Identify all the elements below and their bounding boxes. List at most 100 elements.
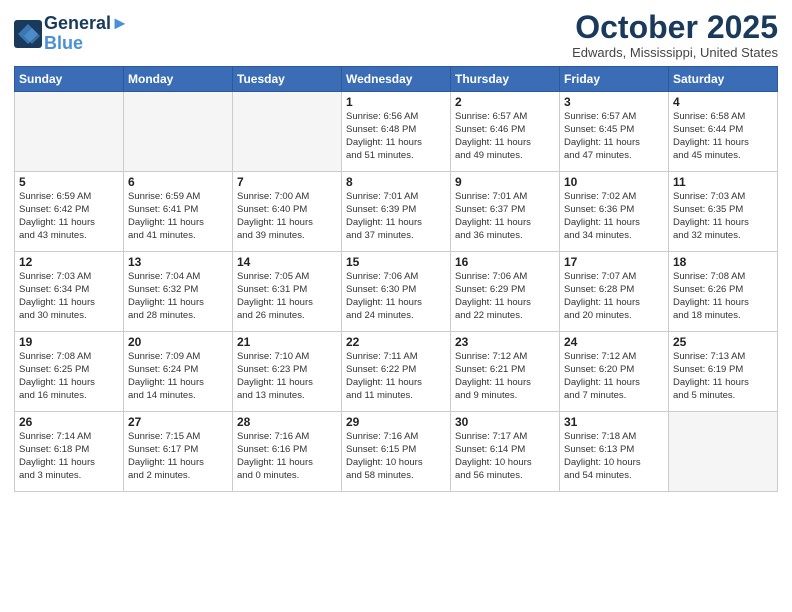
day-number: 21 [237, 335, 337, 349]
calendar-week-4: 19 Sunrise: 7:08 AM Sunset: 6:25 PM Dayli… [15, 332, 778, 412]
day-number: 14 [237, 255, 337, 269]
day-number: 16 [455, 255, 555, 269]
calendar-cell: 1 Sunrise: 6:56 AM Sunset: 6:48 PM Daylig… [342, 92, 451, 172]
day-info: Sunrise: 7:10 AM Sunset: 6:23 PM Dayligh… [237, 351, 337, 402]
calendar-cell: 12 Sunrise: 7:03 AM Sunset: 6:34 PM Dayli… [15, 252, 124, 332]
calendar-cell: 7 Sunrise: 7:00 AM Sunset: 6:40 PM Daylig… [233, 172, 342, 252]
day-number: 13 [128, 255, 228, 269]
day-info: Sunrise: 7:17 AM Sunset: 6:14 PM Dayligh… [455, 431, 555, 482]
day-number: 4 [673, 95, 773, 109]
title-area: October 2025 Edwards, Mississippi, Unite… [572, 10, 778, 60]
day-number: 6 [128, 175, 228, 189]
day-number: 1 [346, 95, 446, 109]
calendar: Sunday Monday Tuesday Wednesday Thursday… [14, 66, 778, 492]
day-info: Sunrise: 7:03 AM Sunset: 6:34 PM Dayligh… [19, 271, 119, 322]
day-info: Sunrise: 7:06 AM Sunset: 6:29 PM Dayligh… [455, 271, 555, 322]
day-number: 27 [128, 415, 228, 429]
calendar-cell: 2 Sunrise: 6:57 AM Sunset: 6:46 PM Daylig… [451, 92, 560, 172]
day-number: 20 [128, 335, 228, 349]
day-number: 31 [564, 415, 664, 429]
calendar-cell: 16 Sunrise: 7:06 AM Sunset: 6:29 PM Dayli… [451, 252, 560, 332]
day-number: 26 [19, 415, 119, 429]
calendar-cell: 15Sunrise: 7:06 AM Sunset: 6:30 PM Dayli… [342, 252, 451, 332]
logo: General► Blue [14, 14, 129, 54]
calendar-cell: 25 Sunrise: 7:13 AM Sunset: 6:19 PM Dayli… [669, 332, 778, 412]
day-number: 30 [455, 415, 555, 429]
day-info: Sunrise: 7:03 AM Sunset: 6:35 PM Dayligh… [673, 191, 773, 242]
day-number: 5 [19, 175, 119, 189]
calendar-cell: 26 Sunrise: 7:14 AM Sunset: 6:18 PM Dayli… [15, 412, 124, 492]
calendar-cell: 4 Sunrise: 6:58 AM Sunset: 6:44 PM Daylig… [669, 92, 778, 172]
col-wed: Wednesday [342, 67, 451, 92]
calendar-cell: 17Sunrise: 7:07 AM Sunset: 6:28 PM Dayli… [560, 252, 669, 332]
day-info: Sunrise: 7:01 AM Sunset: 6:37 PM Dayligh… [455, 191, 555, 242]
calendar-cell: 29 Sunrise: 7:16 AM Sunset: 6:15 PM Dayli… [342, 412, 451, 492]
calendar-cell: 18Sunrise: 7:08 AM Sunset: 6:26 PM Dayli… [669, 252, 778, 332]
day-info: Sunrise: 7:06 AM Sunset: 6:30 PM Dayligh… [346, 271, 446, 322]
calendar-cell [15, 92, 124, 172]
day-info: Sunrise: 7:15 AM Sunset: 6:17 PM Dayligh… [128, 431, 228, 482]
day-number: 12 [19, 255, 119, 269]
day-number: 9 [455, 175, 555, 189]
day-number: 18 [673, 255, 773, 269]
day-info: Sunrise: 6:59 AM Sunset: 6:42 PM Dayligh… [19, 191, 119, 242]
day-number: 11 [673, 175, 773, 189]
day-info: Sunrise: 7:16 AM Sunset: 6:15 PM Dayligh… [346, 431, 446, 482]
day-number: 25 [673, 335, 773, 349]
day-info: Sunrise: 7:01 AM Sunset: 6:39 PM Dayligh… [346, 191, 446, 242]
day-number: 2 [455, 95, 555, 109]
day-number: 7 [237, 175, 337, 189]
day-info: Sunrise: 7:18 AM Sunset: 6:13 PM Dayligh… [564, 431, 664, 482]
day-info: Sunrise: 7:12 AM Sunset: 6:20 PM Dayligh… [564, 351, 664, 402]
calendar-week-2: 5 Sunrise: 6:59 AM Sunset: 6:42 PM Daylig… [15, 172, 778, 252]
calendar-cell: 19 Sunrise: 7:08 AM Sunset: 6:25 PM Dayli… [15, 332, 124, 412]
day-info: Sunrise: 7:00 AM Sunset: 6:40 PM Dayligh… [237, 191, 337, 242]
calendar-cell: 24 Sunrise: 7:12 AM Sunset: 6:20 PM Dayli… [560, 332, 669, 412]
calendar-cell: 28Sunrise: 7:16 AM Sunset: 6:16 PM Dayli… [233, 412, 342, 492]
day-info: Sunrise: 7:05 AM Sunset: 6:31 PM Dayligh… [237, 271, 337, 322]
day-number: 22 [346, 335, 446, 349]
calendar-week-3: 12 Sunrise: 7:03 AM Sunset: 6:34 PM Dayli… [15, 252, 778, 332]
calendar-cell: 27 Sunrise: 7:15 AM Sunset: 6:17 PM Dayli… [124, 412, 233, 492]
col-tue: Tuesday [233, 67, 342, 92]
logo-icon [14, 20, 42, 48]
calendar-cell: 8Sunrise: 7:01 AM Sunset: 6:39 PM Daylig… [342, 172, 451, 252]
day-info: Sunrise: 7:13 AM Sunset: 6:19 PM Dayligh… [673, 351, 773, 402]
calendar-cell: 23 Sunrise: 7:12 AM Sunset: 6:21 PM Dayli… [451, 332, 560, 412]
day-info: Sunrise: 7:14 AM Sunset: 6:18 PM Dayligh… [19, 431, 119, 482]
day-info: Sunrise: 6:57 AM Sunset: 6:46 PM Dayligh… [455, 111, 555, 162]
calendar-cell: 30 Sunrise: 7:17 AM Sunset: 6:14 PM Dayli… [451, 412, 560, 492]
day-number: 29 [346, 415, 446, 429]
calendar-cell: 10Sunrise: 7:02 AM Sunset: 6:36 PM Dayli… [560, 172, 669, 252]
day-info: Sunrise: 7:08 AM Sunset: 6:25 PM Dayligh… [19, 351, 119, 402]
col-fri: Friday [560, 67, 669, 92]
col-thu: Thursday [451, 67, 560, 92]
location: Edwards, Mississippi, United States [572, 45, 778, 60]
calendar-week-1: 1 Sunrise: 6:56 AM Sunset: 6:48 PM Daylig… [15, 92, 778, 172]
calendar-cell [233, 92, 342, 172]
day-info: Sunrise: 6:57 AM Sunset: 6:45 PM Dayligh… [564, 111, 664, 162]
days-header-row: Sunday Monday Tuesday Wednesday Thursday… [15, 67, 778, 92]
day-info: Sunrise: 6:58 AM Sunset: 6:44 PM Dayligh… [673, 111, 773, 162]
day-number: 19 [19, 335, 119, 349]
day-info: Sunrise: 7:02 AM Sunset: 6:36 PM Dayligh… [564, 191, 664, 242]
day-info: Sunrise: 7:12 AM Sunset: 6:21 PM Dayligh… [455, 351, 555, 402]
day-number: 23 [455, 335, 555, 349]
col-sun: Sunday [15, 67, 124, 92]
header: General► Blue October 2025 Edwards, Miss… [14, 10, 778, 60]
calendar-week-5: 26 Sunrise: 7:14 AM Sunset: 6:18 PM Dayli… [15, 412, 778, 492]
col-sat: Saturday [669, 67, 778, 92]
logo-text: General► Blue [44, 14, 129, 54]
calendar-cell: 3Sunrise: 6:57 AM Sunset: 6:45 PM Daylig… [560, 92, 669, 172]
calendar-cell: 11 Sunrise: 7:03 AM Sunset: 6:35 PM Dayli… [669, 172, 778, 252]
month-title: October 2025 [572, 10, 778, 45]
day-info: Sunrise: 6:59 AM Sunset: 6:41 PM Dayligh… [128, 191, 228, 242]
calendar-cell: 20 Sunrise: 7:09 AM Sunset: 6:24 PM Dayli… [124, 332, 233, 412]
day-number: 24 [564, 335, 664, 349]
calendar-cell [669, 412, 778, 492]
day-info: Sunrise: 7:04 AM Sunset: 6:32 PM Dayligh… [128, 271, 228, 322]
page: General► Blue October 2025 Edwards, Miss… [0, 0, 792, 612]
day-info: Sunrise: 7:09 AM Sunset: 6:24 PM Dayligh… [128, 351, 228, 402]
day-info: Sunrise: 6:56 AM Sunset: 6:48 PM Dayligh… [346, 111, 446, 162]
calendar-cell: 6 Sunrise: 6:59 AM Sunset: 6:41 PM Daylig… [124, 172, 233, 252]
